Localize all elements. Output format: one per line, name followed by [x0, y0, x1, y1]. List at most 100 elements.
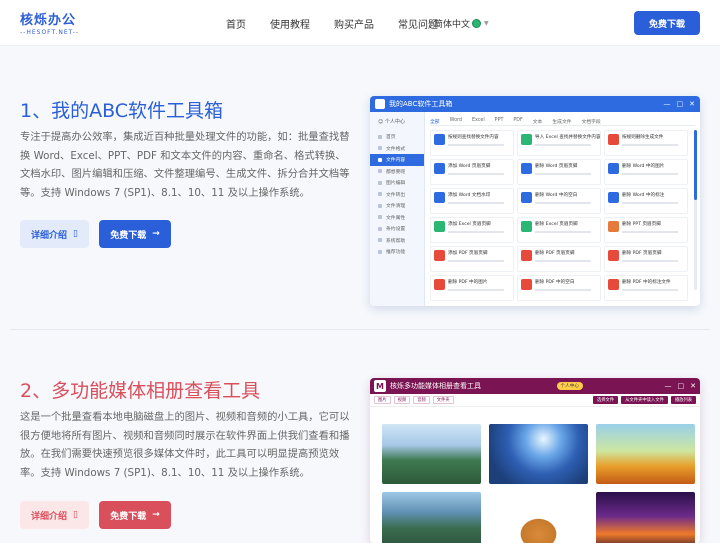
sidebar-item: 图片编辑 — [370, 177, 424, 189]
feature-grid: 按规则查找替换文件内容 导入 Excel 查找并替换文件内容 按规则删除生成文件 添加… — [430, 130, 692, 301]
maximize-icon: □ — [676, 100, 684, 108]
sidebar-item-label: 文件内容 — [386, 158, 406, 164]
logo-title: 核烁办公 — [20, 13, 77, 28]
menu-icon — [378, 134, 382, 139]
menu-icon — [378, 192, 382, 197]
close-icon: ✕ — [689, 100, 695, 108]
feature-name: 删除 Excel 页眉页脚 — [535, 222, 578, 227]
app-tab: 全部 — [430, 120, 440, 125]
language-label: 简体中文 — [434, 20, 471, 30]
sidebar-item-label: 图片编辑 — [386, 181, 406, 187]
feature-desc-line — [622, 260, 678, 262]
feature-desc-line — [535, 289, 591, 291]
feature-name: 按规则查找替换文件内容 — [448, 135, 499, 140]
download-button[interactable]: 免费下载 → — [99, 501, 171, 529]
feature-icon — [608, 134, 619, 145]
app-sidebar: ☺ 个人中心 首页 文件格式 文件内容 都想要呢 图片编辑 文件转出 文件清理 文件属性 条约设… — [370, 112, 425, 306]
sidebar-item: 文件属性 — [370, 212, 424, 224]
feature-card: 添加 Word 文档水印 — [430, 188, 514, 214]
feature-icon — [608, 221, 619, 232]
product-section-media-viewer: 2、多功能媒体相册查看工具 这是一个批量查看本地电脑磁盘上的图片、视频和音频的小… — [0, 330, 720, 543]
feature-icon — [434, 221, 445, 232]
feature-desc-line — [448, 144, 504, 146]
toolbar-actions: 选择文件 从文件夹中读入文件 播放列表 — [590, 396, 696, 404]
app-icon: M — [374, 380, 386, 392]
sidebar-item-label: 文件格式 — [386, 146, 406, 152]
feature-desc-line — [448, 289, 504, 291]
feature-icon — [521, 192, 532, 203]
header-download-button[interactable]: 免费下载 — [634, 11, 700, 35]
sidebar-item: 文件格式 — [370, 143, 424, 155]
nav-home[interactable]: 首页 — [226, 16, 246, 31]
photo-thumbnail — [596, 492, 695, 543]
sidebar-item: 都想要呢 — [370, 166, 424, 178]
maximize-icon: □ — [677, 382, 685, 390]
nav-buy[interactable]: 购买产品 — [334, 16, 374, 31]
detail-button[interactable]: 详细介绍 ▯ — [20, 220, 89, 248]
feature-card: 导入 Excel 查找并替换文件内容 — [517, 130, 601, 156]
language-selector[interactable]: 简体中文 ▼ — [434, 17, 489, 30]
feature-name: 删除 Word 中的空白 — [535, 193, 578, 198]
app-titlebar: M 核烁多功能媒体相册查看工具 个人中心 — □ ✕ — [370, 378, 700, 394]
nav-faq[interactable]: 常见问题 — [398, 16, 438, 31]
minimize-icon: — — [664, 382, 672, 390]
app-icon — [375, 99, 385, 109]
app-titlebar: 我的ABC软件工具箱 — □ ✕ — [370, 96, 700, 112]
site-logo[interactable]: 核烁办公 --HESOFT.NET-- — [20, 9, 79, 36]
feature-desc-line — [622, 202, 678, 204]
feature-desc-line — [448, 231, 504, 233]
feature-icon — [521, 163, 532, 174]
feature-name: 删除 PDF 页眉页脚 — [622, 251, 662, 256]
feature-desc-line — [535, 144, 591, 146]
app-tab: PDF — [513, 118, 523, 123]
feature-name: 导入 Excel 查找并替换文件内容 — [535, 135, 601, 140]
photo-thumbnail — [382, 424, 481, 484]
feature-desc-line — [448, 260, 504, 262]
sidebar-list: 首页 文件格式 文件内容 都想要呢 图片编辑 文件转出 文件清理 文件属性 条约设置 系统帮助 推荐… — [370, 131, 424, 258]
feature-card: 删除 PDF 中的图片 — [430, 275, 514, 301]
app-toolbar: 图片 视频 音频 文件夹 选择文件 从文件夹中读入文件 播放列表 — [370, 394, 700, 407]
menu-icon — [378, 169, 382, 174]
main-nav: 首页 使用教程 购买产品 常见问题 — [226, 16, 462, 31]
filter-chip: 音频 — [413, 396, 430, 404]
user-center-badge: 个人中心 — [556, 382, 583, 390]
sidebar-item: 系统帮助 — [370, 235, 424, 247]
site-header: 核烁办公 --HESOFT.NET-- 首页 使用教程 购买产品 常见问题 简体… — [0, 0, 720, 46]
feature-icon — [434, 279, 445, 290]
arrow-right-icon: → — [152, 229, 160, 239]
section-buttons: 详细介绍 ▯ 免费下载 → — [20, 501, 181, 529]
feature-name: 删除 Word 页眉页脚 — [535, 164, 578, 169]
app-tabs: 全部 Word Excel PPT PDF 文本 生成文件 文档字段 — [430, 116, 695, 126]
download-button-label: 免费下载 — [110, 511, 147, 522]
app-tab: PPT — [494, 118, 504, 123]
feature-icon — [521, 279, 532, 290]
feature-name: 删除 PDF 中的标注文件 — [622, 280, 671, 285]
window-controls: — □ ✕ — [658, 100, 696, 108]
feature-icon — [434, 163, 445, 174]
menu-icon — [378, 203, 382, 208]
feature-icon — [434, 134, 445, 145]
sidebar-item: 文件转出 — [370, 189, 424, 201]
feature-icon — [608, 279, 619, 290]
nav-tutorial[interactable]: 使用教程 — [270, 16, 310, 31]
feature-icon — [434, 192, 445, 203]
feature-name: 删除 PDF 页眉页脚 — [535, 251, 575, 256]
feature-desc-line — [448, 202, 504, 204]
menu-icon — [378, 157, 382, 162]
scrollbar-thumb — [694, 130, 697, 200]
user-center-label: 个人中心 — [384, 119, 405, 125]
app-tab: Word — [449, 118, 462, 123]
feature-card: 删除 PPT 页眉页脚 — [604, 217, 688, 243]
feature-card: 删除 Word 页眉页脚 — [517, 159, 601, 185]
feature-icon — [521, 250, 532, 261]
detail-button[interactable]: 详细介绍 ▯ — [20, 501, 89, 529]
section-title: 2、多功能媒体相册查看工具 — [20, 380, 261, 402]
toolbar-button: 选择文件 — [592, 396, 619, 404]
detail-button-label: 详细介绍 — [31, 230, 68, 241]
feature-name: 添加 Word 页眉页脚 — [448, 164, 491, 169]
download-button[interactable]: 免费下载 → — [99, 220, 171, 248]
detail-button-label: 详细介绍 — [31, 511, 68, 522]
app-tab: 文档字段 — [581, 120, 601, 125]
app-tab: 生成文件 — [552, 120, 572, 125]
feature-name: 删除 Word 中的标注 — [622, 193, 665, 198]
